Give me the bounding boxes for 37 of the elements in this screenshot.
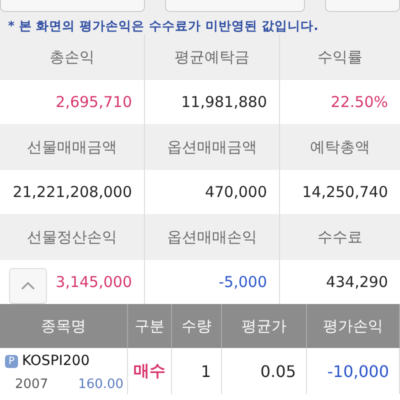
summary-value: 22.50% — [330, 93, 388, 111]
column-header: 평가손익 — [307, 304, 400, 348]
average-price-cell: 0.05 — [260, 362, 296, 380]
summary-value: -5,000 — [218, 273, 267, 291]
summary-value: 21,221,208,000 — [12, 183, 132, 201]
tab-button[interactable] — [325, 0, 400, 12]
trade-side: 매수 — [134, 360, 166, 382]
tab-button[interactable] — [165, 0, 305, 12]
column-header: 구분 — [128, 304, 172, 348]
summary-value: 3,145,000 — [56, 273, 132, 291]
summary-value: 14,250,740 — [302, 183, 388, 201]
tab-button[interactable] — [0, 0, 145, 12]
summary-label: 예탁총액 — [310, 138, 370, 156]
strike-price: 160.00 — [78, 377, 124, 392]
summary-label: 총손익 — [50, 48, 94, 66]
column-header: 평균가 — [222, 304, 307, 348]
notice-text: * 본 화면의 평가손익은 수수료가 미반영된 값입니다. — [7, 17, 320, 34]
expiry-month: 2007 — [15, 377, 48, 392]
column-header: 종목명 — [0, 304, 128, 348]
product-badge: P — [5, 354, 18, 368]
summary-value: 11,981,880 — [181, 93, 267, 111]
summary-label: 수수료 — [318, 228, 362, 246]
collapse-button[interactable] — [9, 268, 47, 304]
summary-label: 선물정산손익 — [27, 228, 117, 246]
summary-label: 수익률 — [318, 48, 362, 66]
product-name: KOSPI200 — [22, 353, 90, 369]
summary-label: 평균예탁금 — [174, 48, 250, 66]
chevron-up-icon — [20, 281, 36, 291]
summary-label: 옵션매매손익 — [167, 228, 257, 246]
summary-value: 2,695,710 — [56, 93, 132, 111]
profit-loss-cell: -10,000 — [327, 362, 389, 380]
quantity-cell: 1 — [200, 362, 211, 380]
summary-value: 470,000 — [204, 183, 267, 201]
summary-label: 선물매매금액 — [27, 138, 117, 156]
column-header: 수량 — [172, 304, 222, 348]
summary-value: 434,290 — [326, 273, 388, 291]
summary-label: 옵션매매금액 — [167, 138, 257, 156]
